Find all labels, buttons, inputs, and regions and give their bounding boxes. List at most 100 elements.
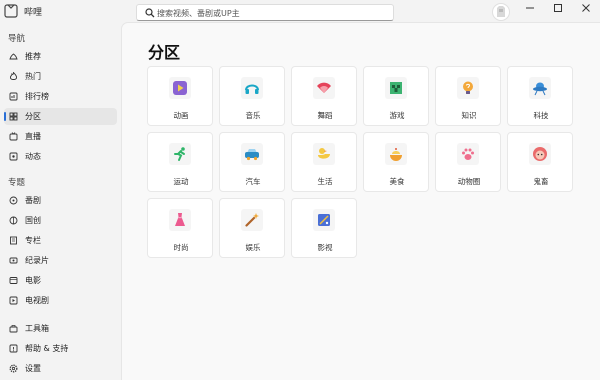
toolbox-icon xyxy=(9,325,18,333)
category-label: 鬼畜 xyxy=(533,177,549,186)
category-label: 汽车 xyxy=(245,177,261,186)
sidebar-item-hot[interactable]: 热门 xyxy=(4,68,117,85)
category-icon xyxy=(9,112,18,121)
category-label: 时尚 xyxy=(173,243,189,252)
dynamic-icon xyxy=(9,152,18,161)
sidebar-item-documentary[interactable]: 纪录片 xyxy=(4,252,117,269)
category-tile-food[interactable]: 美食 xyxy=(363,132,429,192)
headphones-icon xyxy=(245,84,259,94)
sidebar-item-recommend[interactable]: 推荐 xyxy=(4,48,117,65)
category-tile-game[interactable]: 游戏 xyxy=(363,66,429,126)
category-tile-entertainment[interactable]: 娱乐 xyxy=(219,198,285,258)
documentary-icon xyxy=(9,257,18,264)
category-label: 娱乐 xyxy=(245,243,261,252)
sidebar-item-column[interactable]: 专栏 xyxy=(4,232,117,249)
car-icon xyxy=(245,149,259,161)
category-label: 科技 xyxy=(533,111,549,120)
close-button[interactable] xyxy=(572,0,600,16)
lightbulb-icon xyxy=(463,81,473,94)
category-tile-life[interactable]: 生活 xyxy=(291,132,357,192)
dress-icon xyxy=(175,213,185,226)
sidebar-item-label: 国创 xyxy=(25,216,41,225)
guochuang-icon xyxy=(9,216,18,225)
minimize-button[interactable] xyxy=(516,0,544,16)
category-label: 动物圈 xyxy=(457,177,481,186)
category-tile-animal[interactable]: 动物圈 xyxy=(435,132,501,192)
sidebar-item-toolbox[interactable]: 工具箱 xyxy=(4,320,117,337)
category-tile-knowledge[interactable]: 知识 xyxy=(435,66,501,126)
category-tile-animation[interactable]: 动画 xyxy=(147,66,213,126)
sidebar-item-ranking[interactable]: 排行榜 xyxy=(4,88,117,105)
sidebar-item-label: 工具箱 xyxy=(25,324,49,333)
tv-icon xyxy=(9,296,18,305)
sidebar: 导航 推荐 热门 排行榜 分区 直播 动态 专题 番剧 国创 专栏 纪录片 电影… xyxy=(0,22,120,380)
sidebar-item-live[interactable]: 直播 xyxy=(4,128,117,145)
game-creeper-icon xyxy=(390,82,402,94)
sidebar-item-label: 电视剧 xyxy=(25,296,49,305)
category-label: 动画 xyxy=(173,111,189,120)
anime-icon xyxy=(9,196,18,205)
section-label-topics: 专题 xyxy=(8,178,26,188)
category-label: 知识 xyxy=(461,111,477,120)
main-panel: 分区 动画 音乐 舞蹈 游戏 知识 科技 运动 汽车 生活 美食 动物圈 鬼畜 … xyxy=(121,22,600,380)
recommend-icon xyxy=(9,53,18,60)
category-tile-sports[interactable]: 运动 xyxy=(147,132,213,192)
sidebar-item-label: 纪录片 xyxy=(25,256,49,265)
sidebar-item-label: 帮助 & 支持 xyxy=(25,344,69,353)
magic-wand-icon xyxy=(245,213,259,227)
title-bar: 哔哩 xyxy=(0,0,600,22)
search-input[interactable] xyxy=(157,6,387,20)
sidebar-item-label: 推荐 xyxy=(25,52,41,61)
duck-icon xyxy=(318,148,330,159)
paw-icon xyxy=(462,148,474,160)
movie-icon xyxy=(9,277,18,284)
search-icon xyxy=(145,8,155,18)
category-label: 游戏 xyxy=(389,111,405,120)
running-icon xyxy=(174,147,185,161)
sidebar-item-category[interactable]: 分区 xyxy=(4,108,117,125)
sidebar-item-label: 直播 xyxy=(25,132,41,141)
category-tile-fashion[interactable]: 时尚 xyxy=(147,198,213,258)
settings-icon xyxy=(9,364,18,373)
maximize-button[interactable] xyxy=(544,0,572,16)
sidebar-item-movie[interactable]: 电影 xyxy=(4,272,117,289)
live-icon xyxy=(9,132,18,141)
sidebar-item-settings[interactable]: 设置 xyxy=(4,360,117,377)
sidebar-item-label: 热门 xyxy=(25,72,41,81)
fire-icon xyxy=(9,72,18,80)
sidebar-item-dynamic[interactable]: 动态 xyxy=(4,148,117,165)
category-label: 美食 xyxy=(389,177,405,186)
sidebar-item-guochuang[interactable]: 国创 xyxy=(4,212,117,229)
sidebar-item-label: 排行榜 xyxy=(25,92,49,101)
category-label: 音乐 xyxy=(245,111,261,120)
app-logo-icon xyxy=(4,4,18,18)
category-tile-kichiku[interactable]: 鬼畜 xyxy=(507,132,573,192)
animation-icon xyxy=(173,81,187,95)
column-icon xyxy=(10,236,17,245)
maximize-icon xyxy=(554,4,562,12)
category-tile-dance[interactable]: 舞蹈 xyxy=(291,66,357,126)
minimize-icon xyxy=(526,7,534,9)
sidebar-item-label: 番剧 xyxy=(25,196,41,205)
sidebar-item-help[interactable]: 帮助 & 支持 xyxy=(4,340,117,357)
category-label: 影视 xyxy=(317,243,333,252)
film-icon xyxy=(318,214,330,226)
food-icon xyxy=(390,148,402,161)
ufo-icon xyxy=(533,82,547,96)
dance-fan-icon xyxy=(317,82,331,93)
category-tile-film[interactable]: 影视 xyxy=(291,198,357,258)
search-box[interactable] xyxy=(136,4,394,21)
close-icon xyxy=(582,4,590,12)
category-tile-tech[interactable]: 科技 xyxy=(507,66,573,126)
category-label: 运动 xyxy=(173,177,189,186)
sidebar-item-tv[interactable]: 电视剧 xyxy=(4,292,117,309)
category-tile-music[interactable]: 音乐 xyxy=(219,66,285,126)
category-tile-car[interactable]: 汽车 xyxy=(219,132,285,192)
sidebar-item-label: 专栏 xyxy=(25,236,41,245)
page-title: 分区 xyxy=(148,43,181,62)
user-avatar[interactable] xyxy=(492,3,510,21)
section-label-nav: 导航 xyxy=(8,34,26,44)
help-icon xyxy=(9,344,18,353)
sidebar-item-anime[interactable]: 番剧 xyxy=(4,192,117,209)
ranking-icon xyxy=(9,92,18,101)
